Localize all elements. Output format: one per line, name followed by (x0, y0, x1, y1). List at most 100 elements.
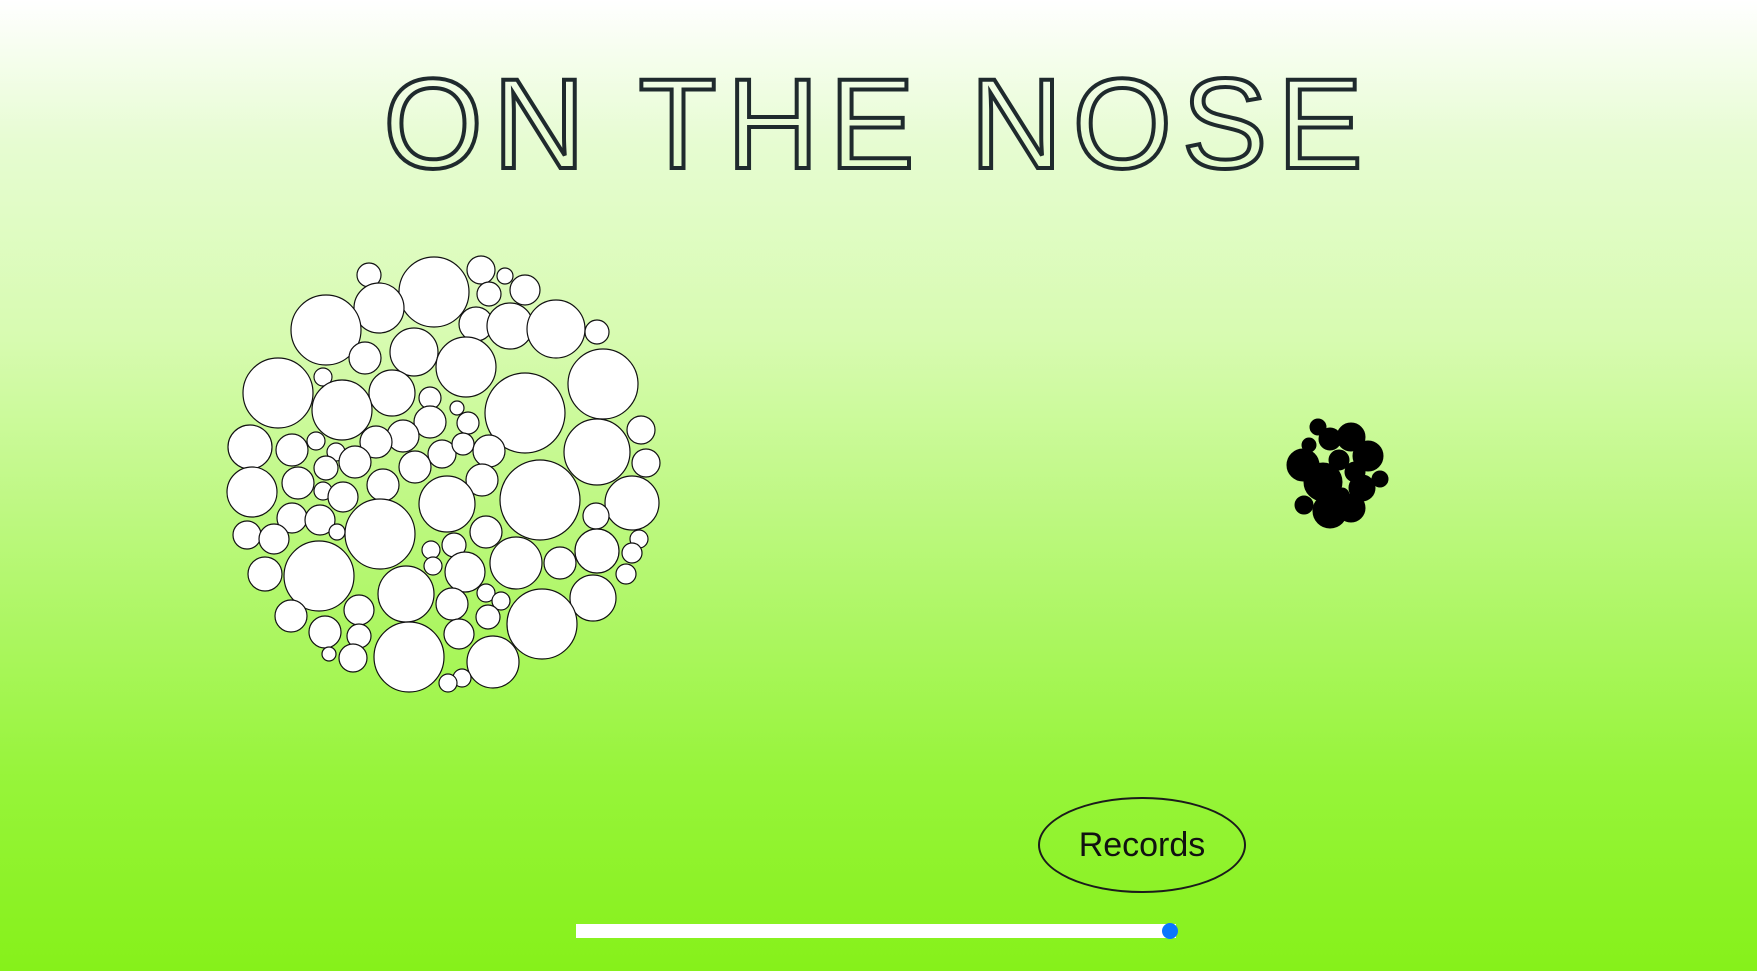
white-bubble (242, 357, 314, 429)
white-bubble (313, 367, 333, 387)
white-bubble (615, 563, 637, 585)
white-bubble (435, 336, 497, 398)
white-bubble (621, 542, 643, 564)
white-bubble (281, 466, 315, 500)
white-bubble (366, 468, 400, 502)
white-bubble (421, 540, 441, 560)
white-bubble (353, 282, 405, 334)
white-bubble (427, 439, 457, 469)
white-bubble (356, 262, 382, 288)
white-bubble (484, 372, 566, 454)
white-bubble (274, 599, 308, 633)
white-bubble (451, 432, 475, 456)
white-bubble (435, 587, 469, 621)
white-bubble (567, 348, 639, 420)
white-bubble (466, 635, 520, 689)
black-bubble (1344, 461, 1366, 483)
white-bubble (629, 529, 649, 549)
white-bubble (456, 411, 480, 435)
white-bubble (582, 502, 610, 530)
white-bubble (418, 386, 442, 410)
white-bubble (326, 442, 346, 462)
white-bubble (313, 481, 333, 501)
white-bubble (359, 425, 393, 459)
progress-slider[interactable] (576, 923, 1178, 939)
white-bubble (444, 551, 486, 593)
page-title-text: ON THE NOSE (383, 53, 1373, 190)
white-bubble (626, 415, 656, 445)
white-bubble (232, 520, 262, 550)
white-bubble (377, 565, 435, 623)
white-bubble (227, 424, 273, 470)
white-bubble (423, 556, 443, 576)
black-bubble (1336, 493, 1366, 523)
black-bubble (1294, 495, 1314, 515)
white-bubble (486, 302, 534, 350)
white-bubble (476, 583, 496, 603)
white-bubble (306, 431, 326, 451)
black-bubble (1312, 493, 1348, 529)
white-bubble (443, 618, 475, 650)
white-bubble (389, 327, 439, 377)
white-bubble (308, 615, 342, 649)
black-bubble (1336, 422, 1366, 452)
black-bubble (1309, 418, 1327, 436)
white-bubble (398, 256, 470, 328)
white-bubble (413, 405, 447, 439)
white-bubble (327, 481, 359, 513)
white-bubble (438, 673, 458, 693)
white-bubble (584, 319, 610, 345)
white-bubble (275, 433, 309, 467)
white-bubble (304, 504, 336, 536)
white-bubble (466, 255, 496, 285)
black-bubble (1348, 474, 1376, 502)
white-bubble (469, 515, 503, 549)
black-bubble (1286, 448, 1320, 482)
white-bubble (569, 574, 617, 622)
white-bubble (343, 594, 375, 626)
white-bubble (418, 475, 476, 533)
white-bubble (563, 418, 631, 486)
white-bubble (283, 540, 355, 612)
white-bubble (368, 369, 416, 417)
page-title: ON THE NOSE (0, 40, 1757, 190)
black-bubble (1371, 470, 1389, 488)
black-bubble (1328, 449, 1350, 471)
white-bubble (476, 281, 502, 307)
white-bubble (311, 379, 373, 441)
white-bubble (346, 623, 372, 649)
black-bubble (1334, 487, 1350, 503)
black-bubble (1318, 427, 1342, 451)
white-bubble (491, 591, 511, 611)
white-bubble (258, 523, 290, 555)
black-bubble (1303, 462, 1343, 502)
white-bubble (276, 502, 308, 534)
page-title-graphic: ON THE NOSE (381, 51, 1373, 190)
white-bubble (499, 459, 581, 541)
white-bubble (472, 434, 506, 468)
black-bubble (1301, 437, 1317, 453)
white-bubble (543, 546, 577, 580)
white-bubble (475, 604, 501, 630)
white-bubble (604, 475, 660, 531)
white-bubble (247, 556, 283, 592)
white-bubble (398, 450, 432, 484)
white-bubble (348, 341, 382, 375)
white-bubble (496, 267, 514, 285)
records-button[interactable]: Records (1038, 797, 1246, 893)
progress-thumb[interactable] (1162, 923, 1178, 939)
white-bubble (338, 643, 368, 673)
white-bubble (226, 466, 278, 518)
white-bubble (449, 400, 465, 416)
white-bubble (509, 274, 541, 306)
white-bubble (328, 523, 346, 541)
white-bubble (441, 532, 467, 558)
white-bubble-cluster (226, 255, 661, 693)
white-bubble (506, 588, 578, 660)
white-bubble (344, 498, 416, 570)
white-bubble (313, 455, 339, 481)
white-bubble (373, 621, 445, 693)
progress-track[interactable] (576, 924, 1176, 938)
white-bubble (452, 668, 472, 688)
black-bubble-cluster (1286, 418, 1389, 529)
